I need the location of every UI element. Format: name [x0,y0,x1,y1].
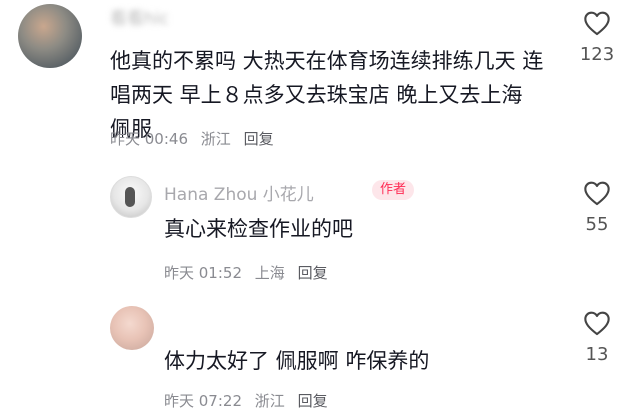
comment-location: 浙江 [200,130,231,148]
comment-meta: 昨天 01:52 上海 回复 [164,262,336,283]
heart-outline-icon [584,181,610,206]
comment-location: 上海 [254,264,285,282]
like-button[interactable]: 123 [572,10,622,65]
like-button[interactable]: 55 [572,180,622,235]
avatar[interactable] [110,176,152,218]
comment-meta: 昨天 07:22 浙江 回复 [164,390,336,411]
author-badge: 作者 [372,180,415,200]
avatar[interactable] [18,4,82,68]
like-button[interactable]: 13 [572,310,622,365]
avatar[interactable] [110,306,154,350]
like-count: 13 [585,344,609,365]
like-count: 123 [579,44,615,65]
reply-button[interactable]: 回复 [298,264,328,282]
reply-button[interactable]: 回复 [244,130,274,148]
comment-meta: 昨天 00:46 浙江 回复 [110,128,282,149]
comment-time: 昨天 01:52 [164,264,242,282]
comment-time: 昨天 00:46 [110,130,188,148]
like-count: 55 [585,214,609,235]
comment-time: 昨天 07:22 [164,392,242,410]
comment-text: 体力太好了 佩服啊 咋保养的 [164,349,430,373]
comment-text: 真心来检查作业的吧 [164,217,353,241]
username[interactable]: 看看hic [110,4,169,29]
heart-outline-icon [584,11,610,36]
comment-location: 浙江 [254,392,285,410]
heart-outline-icon [584,311,610,336]
reply-button[interactable]: 回复 [298,392,328,410]
username[interactable]: Hana Zhou 小花儿 [164,180,314,205]
